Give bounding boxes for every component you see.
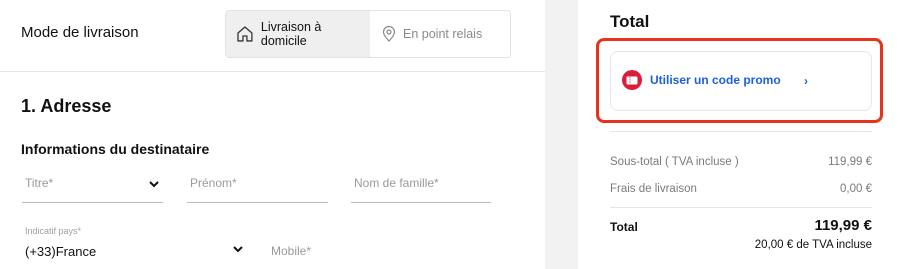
option-home-delivery[interactable]: Livraison à domicile (226, 11, 370, 57)
shipping-value: 0,00 € (840, 183, 872, 195)
last-name-field[interactable]: Nom de famille* (351, 176, 491, 203)
order-summary-panel: Total Utiliser un code promo › Sous-tota… (578, 0, 900, 269)
title-select[interactable]: Titre* (22, 176, 163, 203)
last-name-placeholder: Nom de famille* (354, 176, 439, 190)
first-name-placeholder: Prénom* (190, 176, 237, 190)
total-label: Total (610, 220, 638, 234)
total-value: 119,99 € (814, 217, 872, 234)
summary-heading: Total (610, 12, 650, 31)
delivery-mode-row: Mode de livraison Livraison à domicile E… (0, 0, 545, 72)
recipient-info-title: Informations du destinataire (21, 141, 210, 157)
chevron-down-icon (149, 181, 159, 188)
country-code-select[interactable]: Indicatif pays* (+33)France (22, 226, 244, 269)
home-icon (237, 26, 253, 42)
option-home-delivery-label: Livraison à domicile (260, 20, 322, 48)
first-name-field[interactable]: Prénom* (187, 176, 328, 203)
mobile-field[interactable]: Mobile* (271, 244, 311, 258)
delivery-mode-title: Mode de livraison (21, 24, 139, 41)
divider (610, 131, 872, 132)
shipping-label: Frais de livraison (610, 183, 697, 195)
title-placeholder: Titre* (25, 176, 54, 190)
option-pickup-point[interactable]: En point relais (370, 11, 510, 57)
subtotal-label: Sous-total ( TVA incluse ) (610, 156, 739, 168)
promo-highlight-box (596, 38, 883, 123)
country-code-label: Indicatif pays* (25, 226, 82, 236)
divider (610, 207, 872, 208)
vat-included-note: 20,00 € de TVA incluse (754, 239, 872, 251)
address-section-title: 1. Adresse (21, 96, 112, 116)
subtotal-value: 119,99 € (828, 156, 872, 168)
chevron-down-icon (233, 246, 243, 253)
location-pin-icon (382, 25, 396, 42)
option-pickup-point-label: En point relais (403, 27, 483, 41)
checkout-form-panel: Mode de livraison Livraison à domicile E… (0, 0, 545, 269)
delivery-mode-toggle: Livraison à domicile En point relais (225, 10, 511, 58)
country-code-value: (+33)France (25, 244, 97, 259)
